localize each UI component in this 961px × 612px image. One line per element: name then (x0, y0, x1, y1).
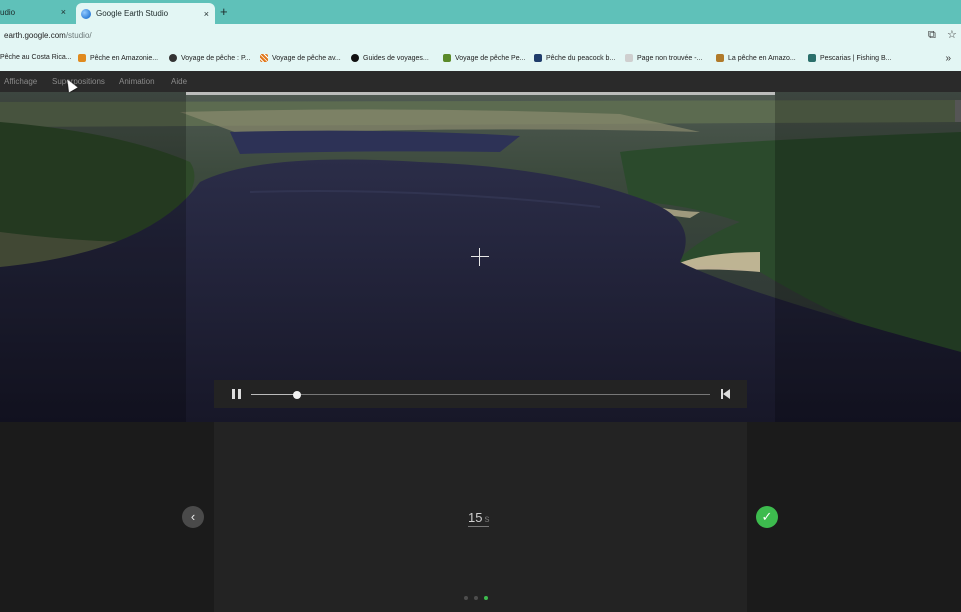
timeline-slider[interactable] (251, 391, 710, 399)
bookmark-label: Pêche en Amazonie... (90, 54, 159, 62)
earth-icon (81, 8, 91, 19)
bookmarks-bar: Pêche au Costa Rica... Pêche en Amazonie… (0, 48, 961, 72)
duration-value: 15 (468, 510, 483, 525)
duration-field[interactable]: 15 s (468, 510, 490, 527)
step-dot (484, 596, 488, 600)
duration-unit: s (484, 514, 490, 525)
bookmark-item[interactable]: Voyage de pêche av... (260, 54, 341, 62)
step-dot (464, 596, 468, 600)
stripe-icon (260, 54, 268, 62)
address-bar[interactable]: earth.google.com/studio/ ⧉ ☆ (0, 24, 961, 48)
bookmark-item[interactable]: Pêche en Amazonie... (78, 54, 158, 62)
fish-icon (78, 54, 86, 62)
url-path: /studio/ (65, 31, 92, 40)
close-tab-icon[interactable]: × (61, 7, 66, 17)
square-icon (534, 54, 542, 62)
bookmark-item[interactable]: Page non trouvée -... (625, 54, 702, 62)
bookmark-label: Guides de voyages... (363, 54, 429, 62)
bookmark-label: La pêche en Amazo... (728, 54, 796, 62)
tab-inactive[interactable]: udio × (0, 0, 75, 24)
bookmark-item[interactable]: Voyage de pêche Pe... (443, 54, 525, 62)
tab-google-earth-studio[interactable]: Google Earth Studio × (76, 3, 215, 24)
frame-mask-right (775, 92, 961, 422)
bookmark-label: Pêche du peacock b... (546, 54, 616, 62)
more-bookmarks-icon[interactable]: » (945, 53, 951, 64)
menu-aide[interactable]: Aide (171, 77, 187, 86)
fish-icon (443, 54, 451, 62)
scrollbar-handle[interactable] (955, 100, 961, 122)
timeline-thumb[interactable] (292, 391, 301, 399)
tab-title: Google Earth Studio (96, 9, 169, 18)
bookmark-label: Voyage de pêche av... (272, 54, 341, 62)
bookmark-label: Page non trouvée -... (637, 54, 703, 62)
bookmark-label: Voyage de pêche Pe... (455, 54, 526, 62)
frame-top-edge (186, 92, 775, 95)
menu-animation[interactable]: Animation (119, 77, 155, 86)
skip-to-start-icon[interactable] (721, 389, 731, 399)
new-tab-button[interactable]: + (220, 4, 228, 20)
timeline-progress (251, 394, 297, 395)
earth-viewport[interactable] (0, 92, 961, 422)
figure-icon (716, 54, 724, 62)
bookmark-label: Voyage de pêche : P... (181, 54, 251, 62)
url-host: earth.google.com (4, 31, 66, 40)
tab-title: udio (0, 7, 16, 17)
menu-superpositions[interactable]: Superpositions (52, 77, 105, 86)
close-tab-icon[interactable]: × (204, 9, 209, 19)
bookmark-label: Pêche au Costa Rica... (0, 54, 72, 61)
bookmark-item[interactable]: La pêche en Amazo... (716, 54, 796, 62)
studio-menu-bar: Affichage Superpositions Animation Aide (0, 71, 961, 92)
globe-icon (169, 54, 177, 62)
confirm-button[interactable]: ✓ (756, 506, 778, 528)
pause-icon[interactable] (232, 389, 241, 399)
bookmark-label: Pescarias | Fishing B... (820, 54, 892, 62)
tp-icon (351, 54, 359, 62)
back-button[interactable]: ‹ (182, 506, 204, 528)
dots-icon (625, 54, 633, 62)
crosshair-icon (471, 248, 489, 266)
playback-bar (214, 380, 747, 408)
browser-tab-strip: udio × Google Earth Studio × + (0, 0, 961, 24)
star-icon[interactable]: ☆ (947, 29, 957, 41)
step-indicator (464, 596, 488, 600)
bookmark-item[interactable]: Pêche au Costa Rica... (0, 54, 72, 61)
url-text[interactable]: earth.google.com/studio/ (4, 31, 92, 40)
bookmark-item[interactable]: Voyage de pêche : P... (169, 54, 251, 62)
menu-affichage[interactable]: Affichage (4, 77, 37, 86)
step-dot (474, 596, 478, 600)
flag-icon (808, 54, 816, 62)
install-icon[interactable]: ⧉ (928, 29, 936, 41)
frame-mask-left (0, 92, 186, 422)
bookmark-item[interactable]: Pescarias | Fishing B... (808, 54, 891, 62)
bookmark-item[interactable]: Pêche du peacock b... (534, 54, 615, 62)
bookmark-item[interactable]: Guides de voyages... (351, 54, 429, 62)
